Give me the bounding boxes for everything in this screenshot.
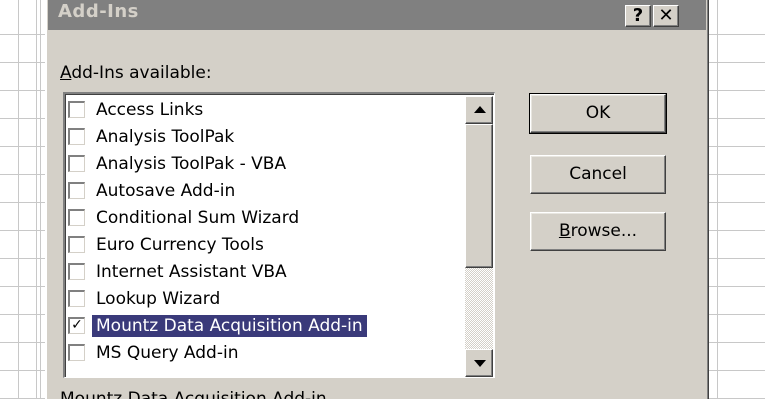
checkbox[interactable] (68, 101, 85, 118)
grid-line (717, 0, 718, 399)
grid-line (18, 0, 19, 399)
add-ins-available-label: Add-Ins available: (60, 63, 212, 83)
checkbox[interactable] (68, 209, 85, 226)
scroll-down-button[interactable] (465, 349, 493, 377)
vertical-scrollbar[interactable] (465, 96, 493, 377)
checkbox[interactable] (68, 128, 85, 145)
cancel-button[interactable]: Cancel (530, 155, 666, 194)
grid-line (36, 0, 37, 399)
add-ins-dialog: Add-Ins ? ✕ Add-Ins available: Access Li… (45, 0, 709, 399)
list-item[interactable]: ✓ Mountz Data Acquisition Add-in (67, 312, 467, 339)
checkbox[interactable]: ✓ (68, 317, 85, 334)
list-item-label: Analysis ToolPak (96, 127, 235, 147)
arrow-up-icon (474, 106, 486, 113)
checkbox[interactable] (68, 263, 85, 280)
list-item[interactable]: Analysis ToolPak (67, 123, 467, 150)
checkbox[interactable] (68, 290, 85, 307)
description-text: Mountz Data Acquisition Add-in (60, 390, 327, 399)
list-item-label: Euro Currency Tools (96, 235, 264, 255)
help-button[interactable]: ? (625, 5, 651, 27)
list-item-label: Internet Assistant VBA (96, 262, 287, 282)
dialog-titlebar[interactable]: Add-Ins ? ✕ (48, 0, 706, 30)
list-item[interactable]: MS Query Add-in (67, 339, 467, 366)
list-item-label: MS Query Add-in (96, 343, 239, 363)
close-button[interactable]: ✕ (653, 5, 679, 27)
dialog-title: Add-Ins (58, 1, 139, 22)
scroll-thumb[interactable] (465, 124, 493, 268)
list-item-label: Access Links (96, 100, 204, 120)
checkbox[interactable] (68, 236, 85, 253)
browse-button[interactable]: Browse... (530, 212, 666, 251)
list-item-label: Analysis ToolPak - VBA (96, 154, 287, 174)
list-item[interactable]: Internet Assistant VBA (67, 258, 467, 285)
label-text: dd-Ins available: (71, 63, 212, 83)
list-item-label: Mountz Data Acquisition Add-in (92, 315, 367, 337)
add-ins-list: Access Links Analysis ToolPak Analysis Too… (67, 96, 467, 366)
list-item[interactable]: Access Links (67, 96, 467, 123)
accelerator-letter: B (558, 221, 571, 241)
list-item-label: Lookup Wizard (96, 289, 221, 309)
list-item-label: Autosave Add-in (96, 181, 236, 201)
checkbox[interactable] (68, 155, 85, 172)
scroll-up-button[interactable] (465, 96, 493, 124)
accelerator-letter: A (60, 63, 72, 83)
add-ins-listbox[interactable]: Access Links Analysis ToolPak Analysis Too… (63, 92, 495, 378)
checkbox[interactable] (68, 182, 85, 199)
arrow-down-icon (474, 360, 486, 367)
description-area: Mountz Data Acquisition Add-in (60, 390, 400, 399)
list-item[interactable]: Euro Currency Tools (67, 231, 467, 258)
checkmark-icon: ✓ (71, 317, 83, 333)
list-item-label: Conditional Sum Wizard (96, 208, 300, 228)
list-item[interactable]: Autosave Add-in (67, 177, 467, 204)
list-item[interactable]: Lookup Wizard (67, 285, 467, 312)
ok-button[interactable]: OK (529, 93, 667, 134)
list-item[interactable]: Analysis ToolPak - VBA (67, 150, 467, 177)
list-item[interactable]: Conditional Sum Wizard (67, 204, 467, 231)
browse-label: rowse... (570, 221, 638, 241)
checkbox[interactable] (68, 344, 85, 361)
grid-line (40, 0, 41, 399)
